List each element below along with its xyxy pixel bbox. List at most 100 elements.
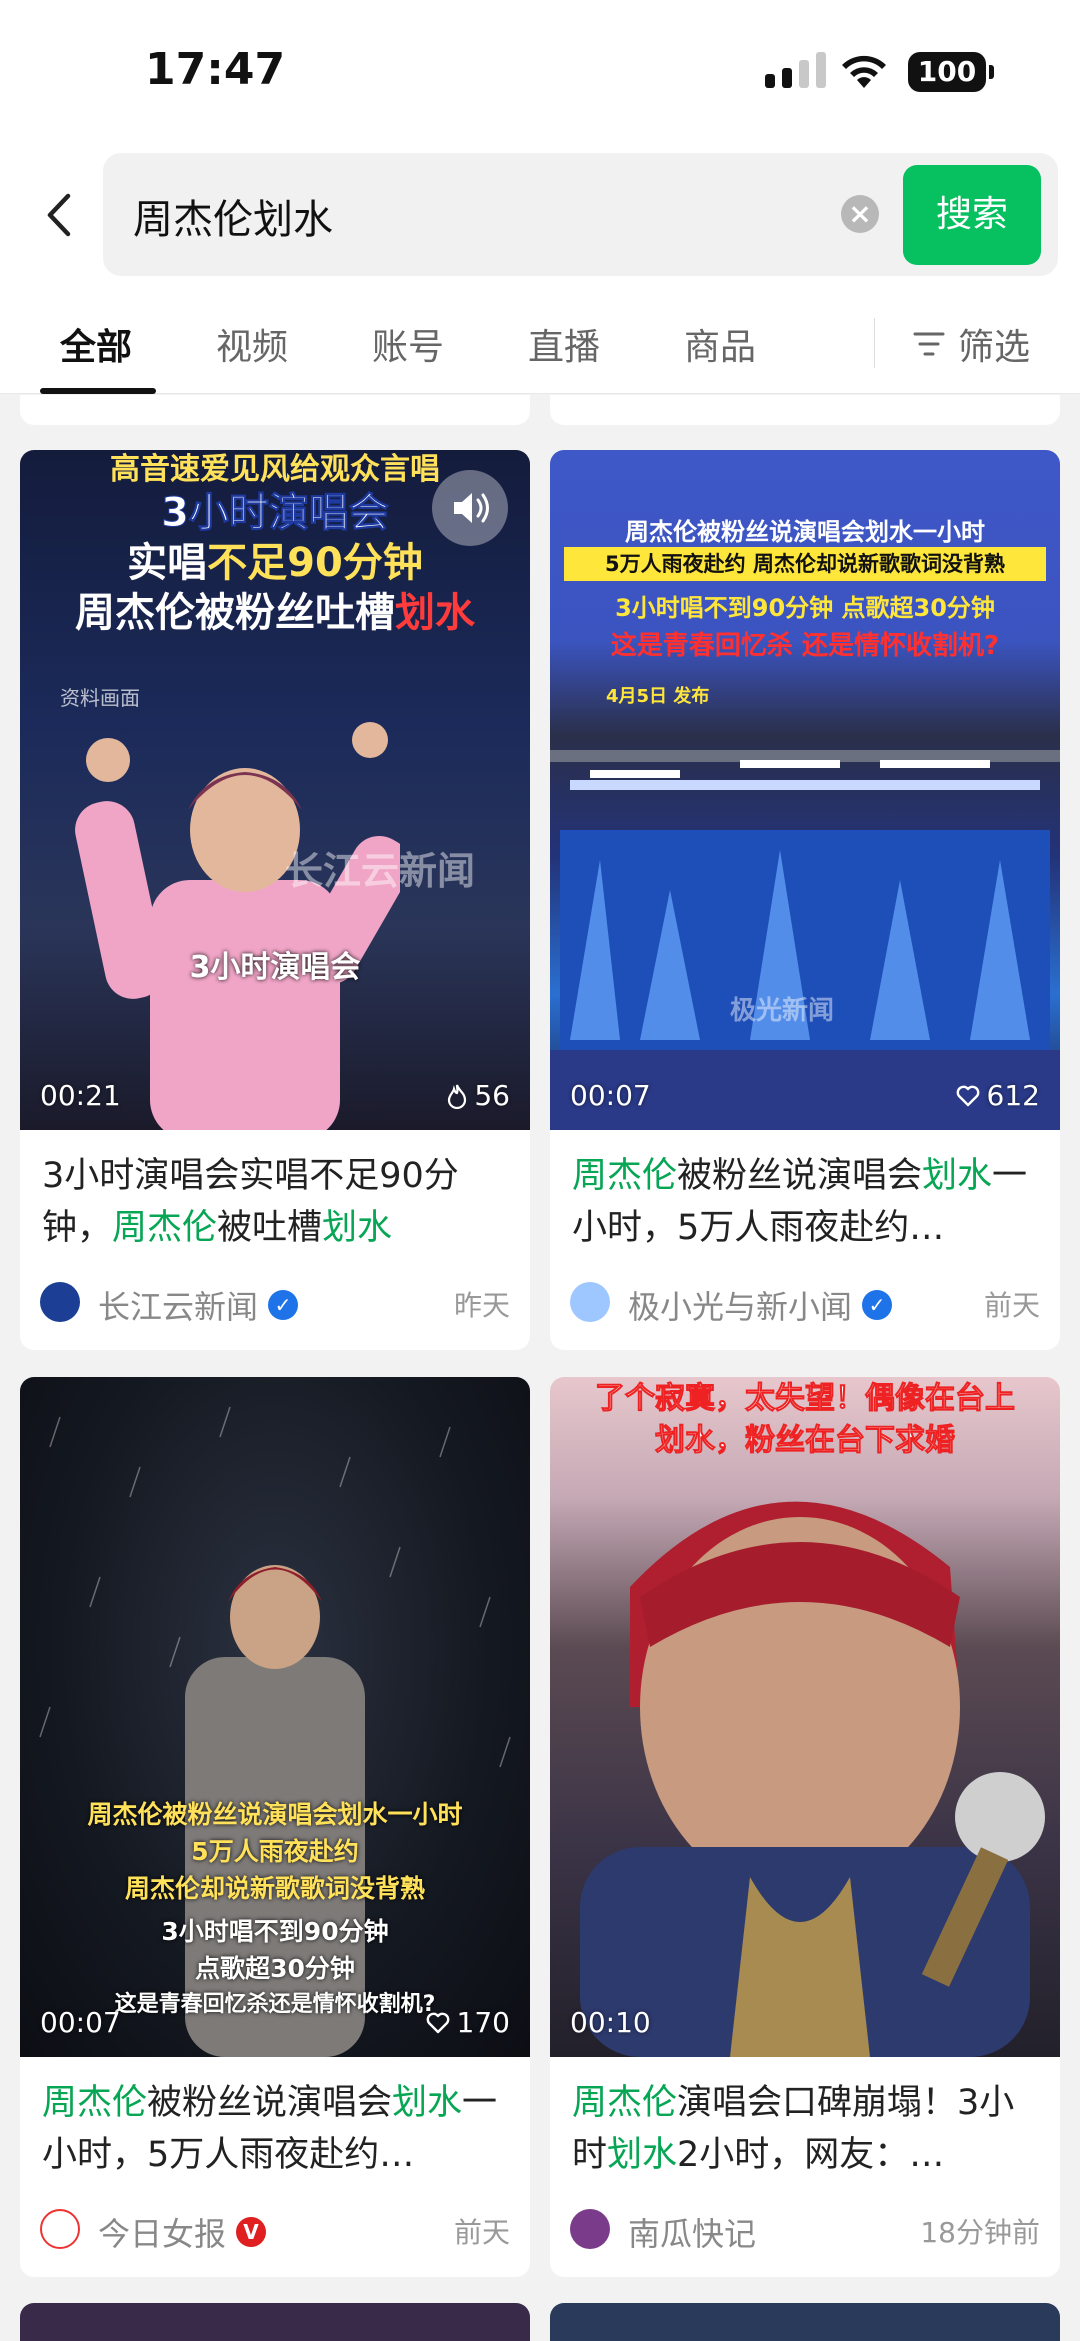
card-title[interactable]: 周杰伦演唱会口碑崩塌！3小时划水2小时，网友：… <box>550 2057 1060 2181</box>
like-count: 56 <box>446 1079 510 1112</box>
like-count-value: 170 <box>456 2006 510 2039</box>
watermark: 极光新闻 <box>730 996 835 1026</box>
video-card[interactable]: 周杰伦被粉丝说演唱会划水一小时 5万人雨夜赴约 周杰伦却说新歌歌词没背熟 3小时… <box>20 1377 530 2277</box>
title-text: 被粉丝说演唱会 <box>147 2083 393 2123</box>
previous-card-stub <box>20 395 530 425</box>
video-thumbnail[interactable]: 周杰伦被粉丝说演唱会划水一小时 5万人雨夜赴约 周杰伦却说新歌歌词没背熟 3小时… <box>550 450 1060 1130</box>
heart-icon <box>426 2012 449 2033</box>
title-text: 被粉丝说演唱会 <box>677 1156 923 1196</box>
overlay-line: 周杰伦被粉丝吐槽划水 <box>75 590 475 636</box>
overlay-line: 周杰伦却说新歌歌词没背熟 <box>124 1874 425 1903</box>
author-avatar[interactable] <box>570 2209 610 2249</box>
author-label: 今日女报 <box>98 2215 227 2253</box>
card-meta: 今日女报 V 前天 <box>20 2181 530 2277</box>
title-highlight: 周杰伦 <box>112 1208 218 1248</box>
author-label: 极小光与新小闻 <box>628 1288 853 1326</box>
title-highlight: 周杰伦 <box>42 2083 148 2123</box>
title-highlight: 划水 <box>922 1156 993 1196</box>
post-time: 昨天 <box>453 1289 510 1322</box>
tab-divider <box>874 318 875 368</box>
like-count: 612 <box>955 1079 1040 1112</box>
heart-icon <box>956 1085 979 1106</box>
title-highlight: 划水 <box>322 1208 393 1248</box>
overlay-line: 3小时唱不到90分钟 点歌超30分钟 <box>615 594 995 622</box>
video-thumbnail[interactable]: 周杰伦被粉丝说演唱会划水一小时 5万人雨夜赴约 周杰伦却说新歌歌词没背熟 3小时… <box>20 1377 530 2057</box>
card-meta: 南瓜快记 18分钟前 <box>550 2181 1060 2277</box>
post-time: 前天 <box>983 1289 1040 1322</box>
video-duration: 00:10 <box>570 2006 651 2039</box>
video-thumbnail[interactable]: 高音速爱见风给观众言唱 3小时演唱会 实唱不足90分钟 周杰伦被粉丝吐槽划水 资… <box>20 450 530 1130</box>
overlay-line: 3小时唱不到90分钟 <box>161 1917 389 1946</box>
filter-button[interactable]: 筛选 <box>912 318 1030 370</box>
post-time: 18分钟前 <box>920 2216 1040 2249</box>
overlay-line: 了个寂寞，太失望！偶像在台上 <box>595 1381 1016 1417</box>
card-meta: 极小光与新小闻 ✓ 前天 <box>550 1254 1060 1350</box>
mute-icon[interactable] <box>432 470 508 546</box>
overlay-line: 周杰伦被粉丝说演唱会划水一小时 <box>87 1800 463 1829</box>
like-count: 170 <box>425 2006 510 2039</box>
author-name[interactable]: 极小光与新小闻 ✓ <box>628 1282 893 1328</box>
author-name[interactable]: 南瓜快记 <box>628 2209 756 2255</box>
status-bar: 17:47 100 <box>0 0 1080 140</box>
title-highlight: 划水 <box>607 2135 678 2175</box>
video-duration: 00:21 <box>40 1079 121 1112</box>
video-card[interactable]: 高音速爱见风给观众言唱 3小时演唱会 实唱不足90分钟 周杰伦被粉丝吐槽划水 资… <box>20 450 530 1350</box>
back-arrow-icon[interactable] <box>40 190 80 240</box>
stage-scene <box>550 750 1060 1130</box>
title-highlight: 周杰伦 <box>572 1156 678 1196</box>
overlay-line: 点歌超30分钟 <box>195 1954 355 1983</box>
status-time: 17:47 <box>145 44 286 95</box>
author-name[interactable]: 长江云新闻 ✓ <box>98 1282 299 1328</box>
card-meta: 长江云新闻 ✓ 昨天 <box>20 1254 530 1350</box>
verified-icon: ✓ <box>862 1290 893 1320</box>
author-avatar[interactable] <box>40 2209 80 2249</box>
flame-icon <box>448 1084 467 1109</box>
title-highlight: 周杰伦 <box>572 2083 678 2123</box>
author-label: 南瓜快记 <box>628 2215 757 2253</box>
search-input[interactable]: 周杰伦划水 × 搜索 <box>103 153 1058 276</box>
performer-figure <box>75 722 400 1130</box>
author-label: 长江云新闻 <box>98 1288 259 1326</box>
card-title[interactable]: 周杰伦被粉丝说演唱会划水一小时，5万人雨夜赴约… <box>20 2057 530 2181</box>
title-highlight: 划水 <box>392 2083 463 2123</box>
previous-card-stub <box>550 395 1060 425</box>
video-card[interactable] <box>550 2303 1060 2341</box>
video-card[interactable]: 了个寂寞，太失望！偶像在台上 划水，粉丝在台下求婚 00:10 周杰伦演唱会口碑… <box>550 1377 1060 2277</box>
overlay-date: 4月5日 发布 <box>606 686 710 707</box>
overlay-line: 这是青春回忆杀 还是情怀收割机? <box>610 631 1000 661</box>
signal-icon <box>765 52 826 88</box>
results-feed[interactable]: 高音速爱见风给观众言唱 3小时演唱会 实唱不足90分钟 周杰伦被粉丝吐槽划水 资… <box>0 395 1080 2341</box>
overlay-line: 5万人雨夜赴约 <box>191 1837 359 1866</box>
like-count-value: 612 <box>986 1079 1040 1112</box>
result-tabs: 全部 视频 账号 直播 商品 筛选 <box>0 290 1080 394</box>
card-title[interactable]: 3小时演唱会实唱不足90分钟，周杰伦被吐槽划水 <box>20 1130 530 1254</box>
filter-label: 筛选 <box>958 327 1031 368</box>
tab-goods[interactable]: 商品 <box>684 318 756 370</box>
clear-icon[interactable]: × <box>841 195 879 233</box>
battery-icon: 100 <box>908 52 994 92</box>
filter-icon <box>913 332 945 356</box>
search-header: 周杰伦划水 × 搜索 <box>0 140 1080 290</box>
overlay-line: 周杰伦被粉丝说演唱会划水一小时 <box>625 518 985 546</box>
title-text: 被吐槽 <box>217 1208 323 1248</box>
card-title[interactable]: 周杰伦被粉丝说演唱会划水一小时，5万人雨夜赴约… <box>550 1130 1060 1254</box>
tab-video[interactable]: 视频 <box>216 318 288 370</box>
like-count-value: 56 <box>474 1079 510 1112</box>
tab-all[interactable]: 全部 <box>60 318 132 370</box>
tab-account[interactable]: 账号 <box>372 318 444 370</box>
video-duration: 00:07 <box>570 1079 651 1112</box>
author-avatar[interactable] <box>570 1282 610 1322</box>
tab-live[interactable]: 直播 <box>528 318 600 370</box>
wifi-icon <box>842 55 886 88</box>
overlay-caption: 3小时演唱会 <box>189 950 361 985</box>
video-card[interactable] <box>20 2303 530 2341</box>
author-name[interactable]: 今日女报 V <box>98 2209 267 2255</box>
video-thumbnail[interactable]: 了个寂寞，太失望！偶像在台上 划水，粉丝在台下求婚 00:10 <box>550 1377 1060 2057</box>
watermark: 长江云新闻 <box>285 849 476 893</box>
title-text: 2小时，网友：… <box>677 2135 945 2175</box>
video-duration: 00:07 <box>40 2006 121 2039</box>
author-avatar[interactable] <box>40 1282 80 1322</box>
search-button[interactable]: 搜索 <box>903 165 1041 265</box>
video-card[interactable]: 周杰伦被粉丝说演唱会划水一小时 5万人雨夜赴约 周杰伦却说新歌歌词没背熟 3小时… <box>550 450 1060 1350</box>
search-query-text[interactable]: 周杰伦划水 <box>133 187 333 245</box>
